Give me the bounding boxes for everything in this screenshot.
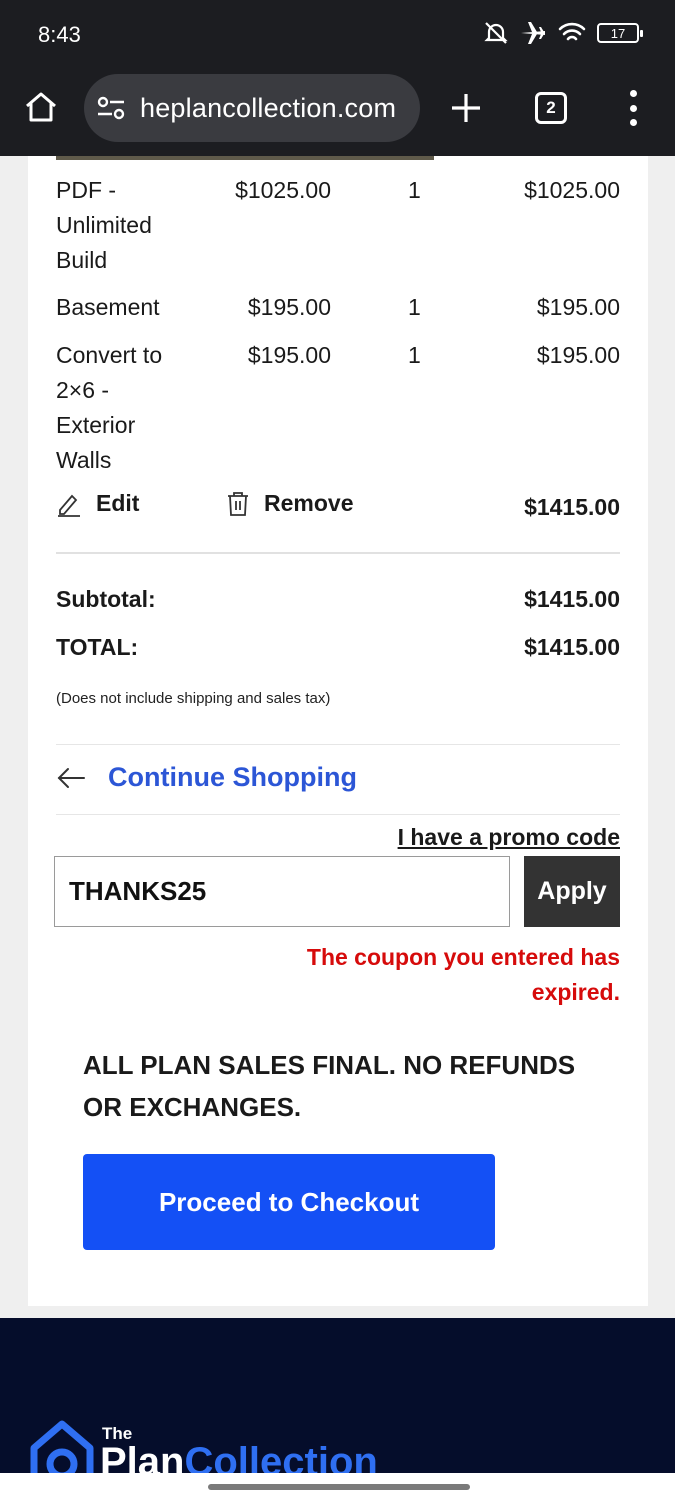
- more-menu-icon[interactable]: [626, 90, 640, 126]
- pencil-icon: [58, 494, 80, 517]
- status-bar: 8:43 17: [0, 0, 675, 70]
- promo-code-input[interactable]: [54, 856, 510, 927]
- battery-icon: 17: [597, 23, 643, 43]
- item-total: $195.00: [536, 342, 620, 368]
- proceed-to-checkout-button[interactable]: Proceed to Checkout: [83, 1154, 495, 1250]
- tax-note: (Does not include shipping and sales tax…: [56, 690, 331, 707]
- edit-label: Edit: [96, 490, 140, 516]
- item-quantity: 1: [408, 177, 421, 203]
- divider: [56, 552, 620, 554]
- site-settings-icon[interactable]: [96, 96, 126, 120]
- gesture-handle[interactable]: [208, 1484, 470, 1490]
- item-price: $1025.00: [235, 177, 331, 203]
- browser-toolbar: heplancollection.com 2: [0, 70, 675, 156]
- logo-wordmark: PlanCollection: [100, 1440, 378, 1473]
- line-total: $1415.00: [524, 494, 620, 520]
- total-label: TOTAL:: [56, 634, 139, 660]
- plan-image-edge: [56, 156, 434, 160]
- tab-switcher-button[interactable]: 2: [535, 92, 567, 124]
- total-value: $1415.00: [524, 634, 620, 660]
- divider: [56, 744, 620, 745]
- item-total: $1025.00: [524, 177, 620, 203]
- bell-muted-icon: [484, 22, 508, 44]
- apply-button[interactable]: Apply: [524, 856, 620, 927]
- promo-code-link[interactable]: I have a promo code: [398, 824, 620, 851]
- site-footer: The PlanCollection: [0, 1318, 675, 1473]
- house-logo-icon: [30, 1420, 94, 1473]
- battery-level: 17: [610, 25, 626, 41]
- plan-collection-logo[interactable]: The PlanCollection: [28, 1418, 448, 1473]
- clock: 8:43: [38, 22, 81, 47]
- continue-shopping-link[interactable]: Continue Shopping: [56, 762, 357, 793]
- wifi-icon: [558, 22, 586, 41]
- trash-icon: [228, 491, 248, 516]
- address-bar[interactable]: heplancollection.com: [84, 74, 420, 142]
- subtotal-value: $1415.00: [524, 586, 620, 612]
- url-text: heplancollection.com: [140, 92, 397, 123]
- new-tab-icon[interactable]: [448, 90, 484, 126]
- edit-button[interactable]: Edit: [56, 490, 139, 517]
- remove-label: Remove: [264, 490, 354, 516]
- item-name: PDF - Unlimited Build: [56, 177, 152, 273]
- remove-button[interactable]: Remove: [226, 490, 353, 517]
- subtotal-label: Subtotal:: [56, 586, 156, 612]
- item-price: $195.00: [247, 294, 331, 320]
- item-quantity: 1: [408, 294, 421, 320]
- item-price: $195.00: [247, 342, 331, 368]
- sales-final-notice: ALL PLAN SALES FINAL. NO REFUNDS OR EXCH…: [83, 1050, 576, 1122]
- coupon-error-message: The coupon you entered has expired.: [306, 944, 620, 1005]
- item-name: Convert to 2×6 - Exterior Walls: [56, 342, 163, 473]
- item-name: Basement: [56, 294, 160, 320]
- divider: [56, 814, 620, 815]
- item-total: $195.00: [536, 294, 620, 320]
- arrow-left-icon: [57, 767, 85, 788]
- home-icon[interactable]: [24, 90, 58, 124]
- item-quantity: 1: [408, 342, 421, 368]
- tab-count: 2: [546, 98, 556, 117]
- airplane-icon: [521, 22, 545, 44]
- continue-shopping-label: Continue Shopping: [108, 762, 357, 792]
- cart-panel: PDF - Unlimited Build $1025.00 1 $1025.0…: [28, 156, 648, 1306]
- status-icons: 17: [483, 20, 643, 46]
